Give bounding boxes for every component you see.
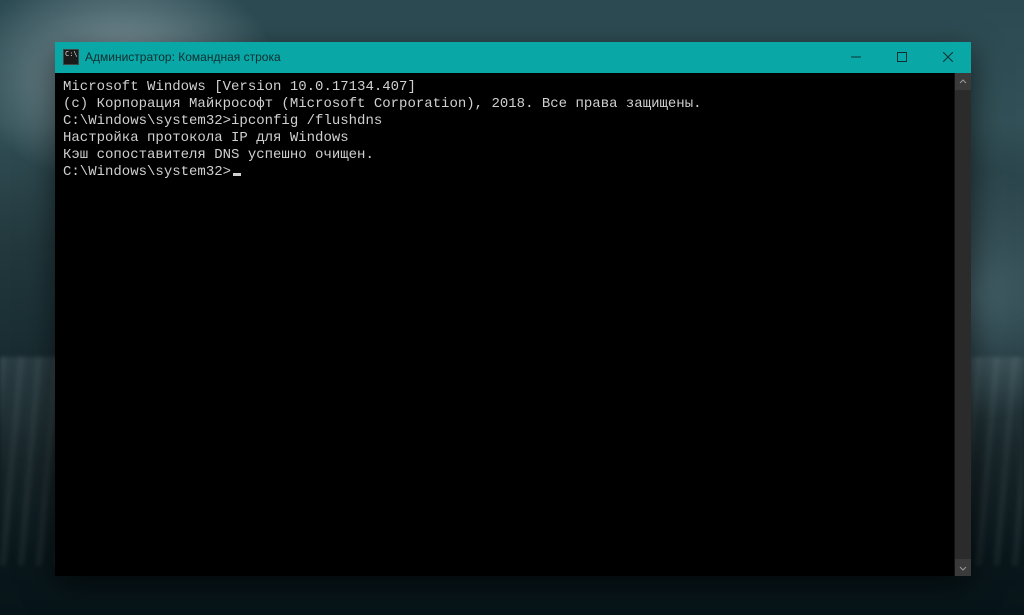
client-area: Microsoft Windows [Version 10.0.17134.40… [55, 72, 971, 576]
desktop-background: Администратор: Командная строка Microsof… [0, 0, 1024, 615]
cmd-icon [63, 49, 79, 65]
terminal-line: Кэш сопоставителя DNS успешно очищен. [63, 147, 946, 164]
scroll-up-button[interactable] [955, 73, 971, 90]
close-button[interactable] [925, 42, 971, 72]
terminal-output[interactable]: Microsoft Windows [Version 10.0.17134.40… [55, 73, 954, 576]
close-icon [943, 52, 953, 62]
title-bar[interactable]: Администратор: Командная строка [55, 42, 971, 72]
minimize-button[interactable] [833, 42, 879, 72]
terminal-line: (c) Корпорация Майкрософт (Microsoft Cor… [63, 96, 946, 113]
cmd-window: Администратор: Командная строка Microsof… [55, 42, 971, 576]
terminal-line: Microsoft Windows [Version 10.0.17134.40… [63, 79, 946, 96]
scroll-down-button[interactable] [955, 559, 971, 576]
maximize-button[interactable] [879, 42, 925, 72]
chevron-down-icon [959, 564, 967, 572]
chevron-up-icon [959, 78, 967, 86]
window-title: Администратор: Командная строка [85, 50, 281, 64]
terminal-line: C:\Windows\system32> [63, 164, 946, 181]
minimize-icon [851, 52, 861, 62]
terminal-cursor [233, 173, 241, 176]
maximize-icon [897, 52, 907, 62]
vertical-scrollbar[interactable] [954, 73, 971, 576]
terminal-line: C:\Windows\system32>ipconfig /flushdns [63, 113, 946, 130]
terminal-line: Настройка протокола IP для Windows [63, 130, 946, 147]
